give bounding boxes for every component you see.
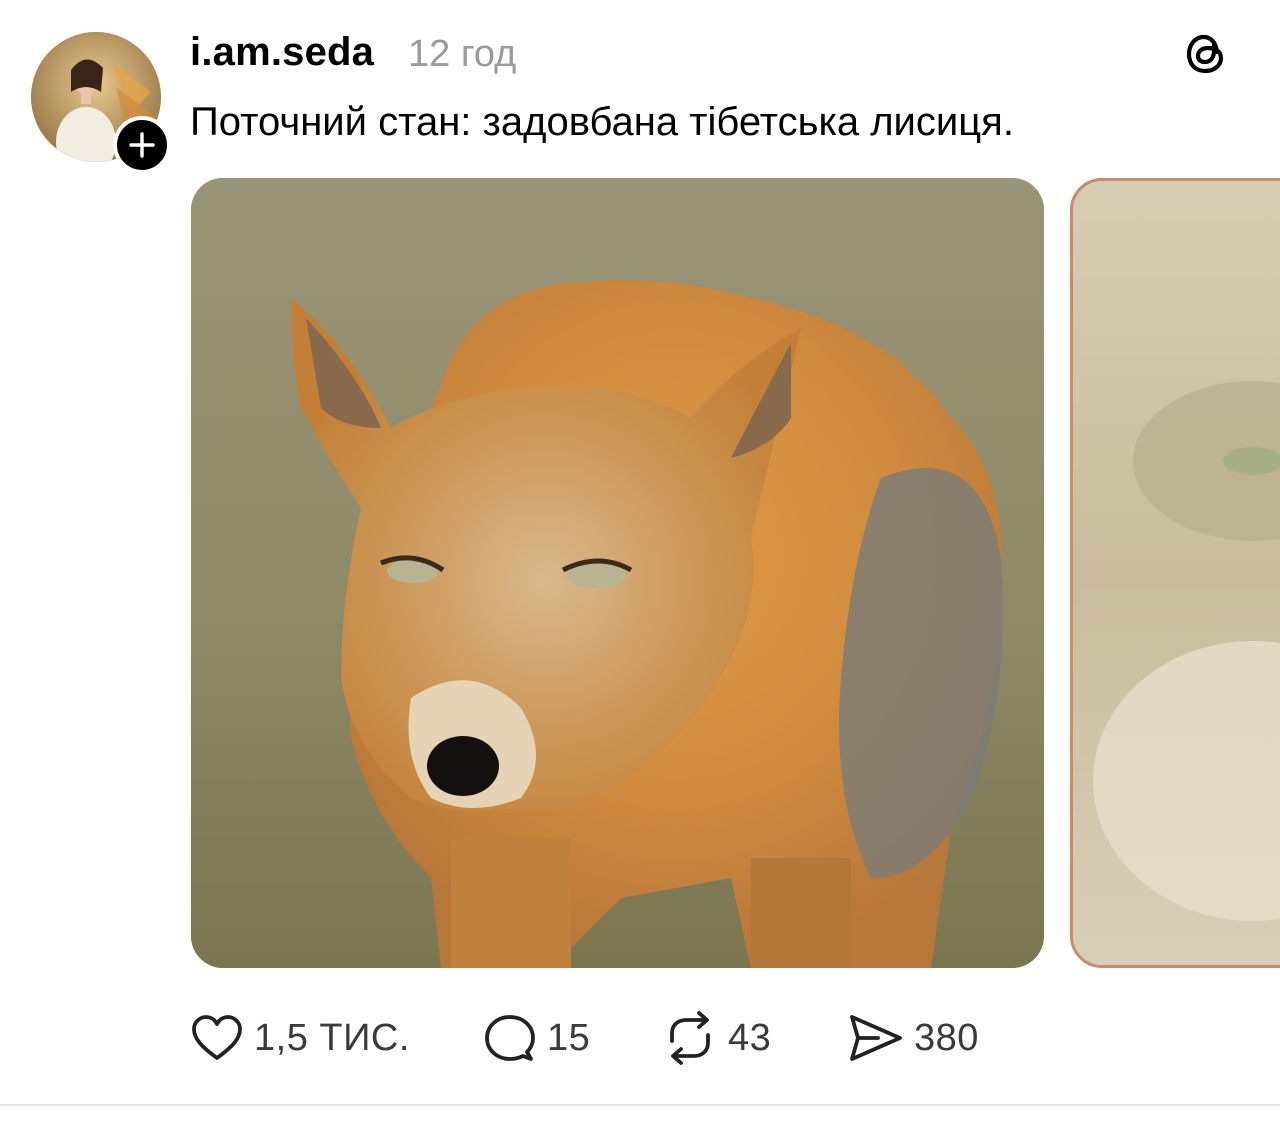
post-image-secondary[interactable] bbox=[1070, 178, 1280, 968]
author-username[interactable]: i.am.seda bbox=[190, 28, 374, 76]
threads-logo-icon[interactable] bbox=[1184, 30, 1230, 78]
post-timestamp: 12 год bbox=[408, 33, 517, 75]
like-count: 1,5 ТИС. bbox=[254, 1017, 410, 1059]
send-icon bbox=[848, 1012, 904, 1064]
comment-icon bbox=[483, 1012, 537, 1064]
reply-count: 15 bbox=[547, 1017, 591, 1059]
like-button[interactable]: 1,5 ТИС. bbox=[190, 1008, 410, 1068]
post-actions: 1,5 ТИС. 15 43 380 bbox=[190, 1008, 1090, 1068]
reply-button[interactable]: 15 bbox=[483, 1008, 590, 1068]
repost-count: 43 bbox=[728, 1017, 772, 1059]
repost-icon bbox=[662, 1011, 718, 1065]
post-image-primary[interactable] bbox=[191, 178, 1044, 968]
plus-icon bbox=[129, 132, 155, 158]
post-text: Поточний стан: задовбана тібетська лисиц… bbox=[190, 100, 1014, 144]
post-divider bbox=[0, 1104, 1280, 1106]
heart-icon bbox=[190, 1013, 244, 1063]
share-button[interactable]: 380 bbox=[848, 1008, 979, 1068]
repost-button[interactable]: 43 bbox=[662, 1008, 771, 1068]
post: i.am.seda 12 год Поточний стан: задовбан… bbox=[0, 0, 1280, 1106]
follow-button[interactable] bbox=[113, 116, 171, 174]
author-avatar-container[interactable] bbox=[31, 32, 171, 174]
share-count: 380 bbox=[914, 1017, 979, 1059]
